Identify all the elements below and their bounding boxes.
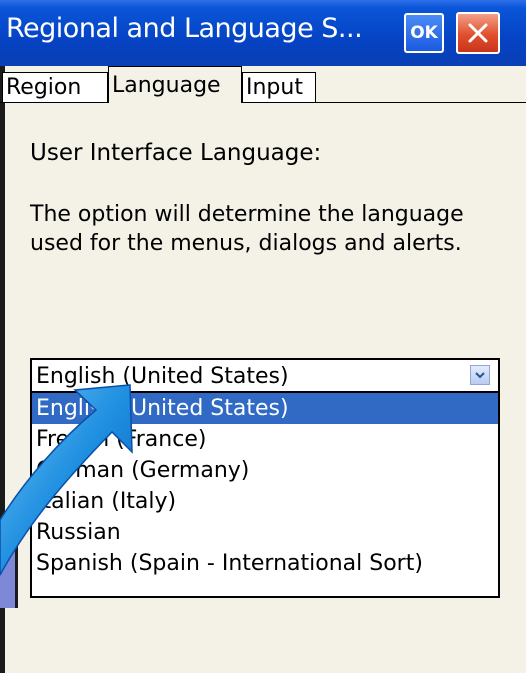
section-description: The option will determine the language u…	[30, 202, 464, 256]
close-icon	[468, 23, 488, 43]
tab-region-label: Region	[6, 75, 82, 100]
tab-strip-line	[0, 102, 526, 103]
close-button[interactable]	[456, 12, 500, 54]
tab-input[interactable]: Input	[242, 72, 316, 102]
chevron-down-icon	[475, 372, 485, 379]
title-bar: Regional and Language S... OK	[0, 0, 526, 66]
section-heading: User Interface Language:	[30, 140, 322, 166]
tab-language[interactable]: Language	[108, 66, 242, 103]
window-title: Regional and Language S...	[6, 13, 363, 44]
dropdown-button[interactable]	[470, 365, 490, 385]
tab-language-label: Language	[112, 72, 221, 98]
tab-region[interactable]: Region	[2, 72, 108, 102]
tab-input-label: Input	[246, 75, 303, 100]
curved-arrow-icon	[0, 360, 260, 590]
ok-button[interactable]: OK	[404, 13, 444, 53]
